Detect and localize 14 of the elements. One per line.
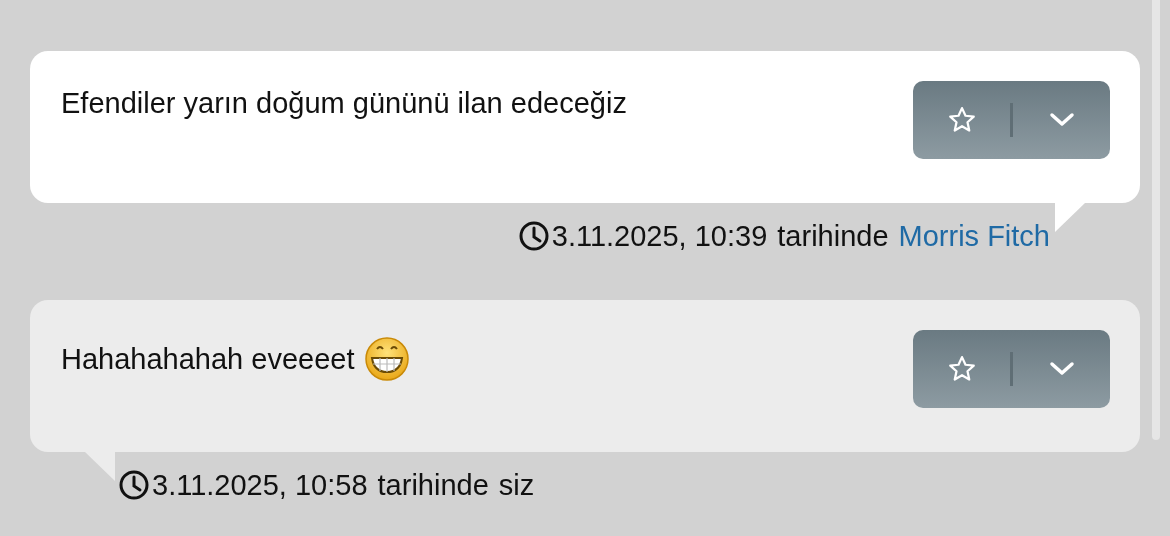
timestamp-suffix: tarihinde: [377, 468, 489, 502]
author-name: siz: [498, 468, 535, 502]
star-icon: [946, 105, 977, 135]
chevron-down-icon: [1048, 112, 1075, 128]
timestamp-suffix: tarihinde: [777, 219, 889, 253]
message-text: Hahahahahah eveeeet: [61, 342, 355, 376]
clock-icon: [517, 220, 550, 252]
author-link[interactable]: Morris Fitch: [898, 219, 1050, 253]
clock-icon: [118, 469, 150, 501]
star-icon: [946, 354, 977, 384]
timestamp: 3.11.2025, 10:39: [551, 219, 768, 253]
chevron-down-icon: [1048, 361, 1075, 377]
message-text: Efendiler yarın doğum gününü ilan edeceğiz: [61, 87, 627, 120]
timestamp: 3.11.2025, 10:58: [152, 468, 368, 502]
